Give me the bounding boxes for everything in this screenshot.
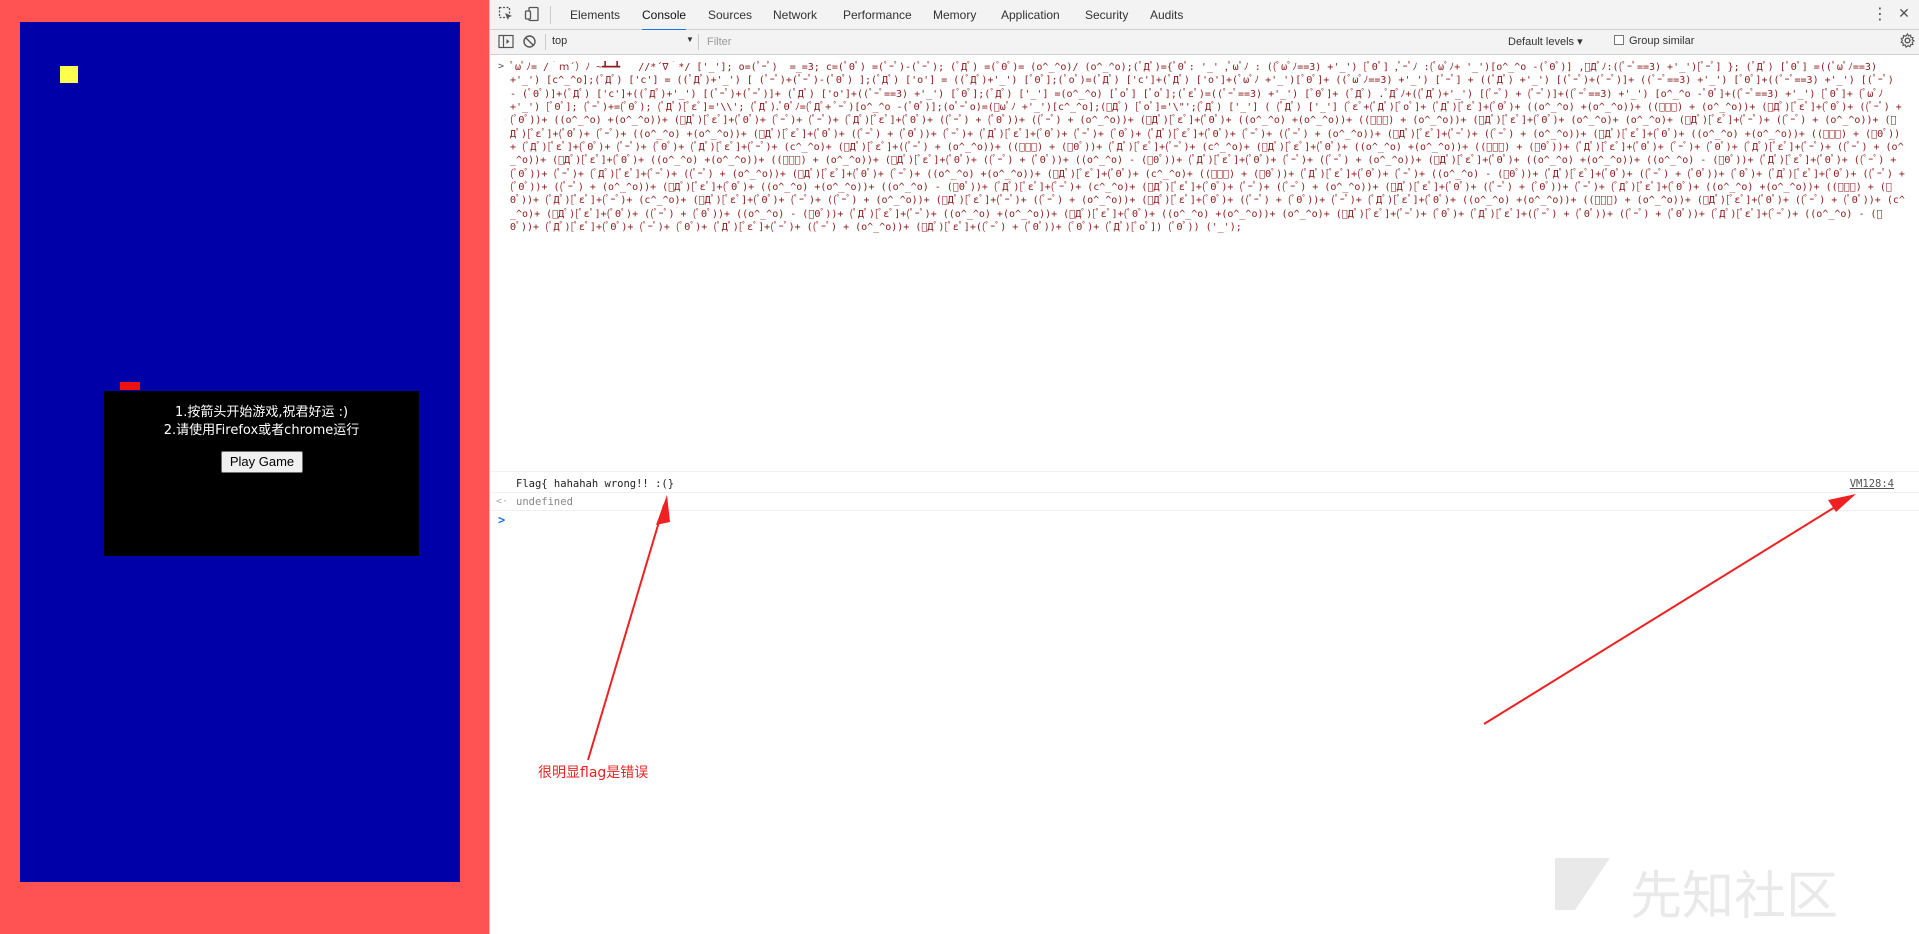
console-messages: > ﾟωﾟﾉ= /｀ｍ´）ﾉ ~┻━┻ //*´∇｀*/ ['_']; o=(ﾟ… [490,55,1919,934]
instruction-line-1: 1.按箭头开始游戏,祝君好运 :) [174,405,349,420]
device-toolbar-icon[interactable] [524,6,540,22]
message-separator [490,510,1919,511]
source-link[interactable]: VM128:4 [1850,478,1894,490]
message-separator [490,492,1919,493]
console-input-code: ﾟωﾟﾉ= /｀ｍ´）ﾉ ~┻━┻ //*´∇｀*/ ['_']; o=(ﾟｰﾟ… [510,62,1905,234]
devtools-tabbar: Elements Console Sources Network Perform… [490,0,1919,31]
message-separator [490,471,1919,472]
show-sidebar-icon[interactable] [498,34,514,52]
devtools-panel: Elements Console Sources Network Perform… [489,0,1919,934]
input-prompt-icon: > [498,61,505,72]
watermark-text: 先知社区 [1630,867,1839,927]
tab-sources[interactable]: Sources [708,0,752,29]
start-dialog: 1.按箭头开始游戏,祝君好运 :) 2.请使用Firefox或者chrome运行… [104,391,419,556]
tab-divider [550,6,551,24]
more-options-icon[interactable]: ⋮ [1872,6,1888,22]
clear-console-icon[interactable] [522,34,537,52]
tab-performance[interactable]: Performance [843,0,912,29]
tab-network[interactable]: Network [773,0,817,29]
tab-audits[interactable]: Audits [1150,0,1183,29]
console-settings-icon[interactable] [1900,32,1916,51]
console-log-output: Flag{ hahahah wrong!! :(} [516,478,675,490]
context-dropdown-icon[interactable]: ▼ [686,35,694,44]
inspect-element-icon[interactable] [498,6,514,22]
console-toolbar: top ▼ Default levels ▾ Group similar [490,30,1919,55]
game-page: 1.按箭头开始游戏,祝君好运 :) 2.请使用Firefox或者chrome运行… [0,0,489,934]
play-game-button[interactable]: Play Game [221,451,303,473]
toolbar-divider [545,34,546,50]
group-similar-checkbox[interactable] [1614,35,1624,45]
group-similar-label: Group similar [1629,35,1695,47]
watermark: 先知社区 [1550,848,1910,927]
tab-console[interactable]: Console [642,0,687,31]
tab-application[interactable]: Application [1001,0,1060,29]
console-input-line[interactable] [516,513,1896,529]
game-canvas[interactable]: 1.按箭头开始游戏,祝君好运 :) 2.请使用Firefox或者chrome运行… [20,22,460,882]
close-devtools-icon[interactable]: ✕ [1896,6,1912,22]
return-value-icon: <· [496,496,509,507]
console-filter-input[interactable] [703,33,1001,51]
context-selector[interactable]: top [552,35,567,47]
console-prompt-icon: > [498,513,506,527]
enemy-block [120,382,140,390]
log-levels-dropdown[interactable]: Default levels ▾ [1508,35,1583,48]
tab-elements[interactable]: Elements [570,0,620,29]
annotation-text: 很明显flag是错误 [538,765,649,781]
player-block [60,66,78,83]
tab-memory[interactable]: Memory [933,0,976,29]
instruction-line-2: 2.请使用Firefox或者chrome运行 [163,423,360,438]
return-value: undefined [516,496,573,508]
tab-security[interactable]: Security [1085,0,1128,29]
toolbar-divider [698,34,699,50]
watermark-logo-icon [1555,858,1610,910]
